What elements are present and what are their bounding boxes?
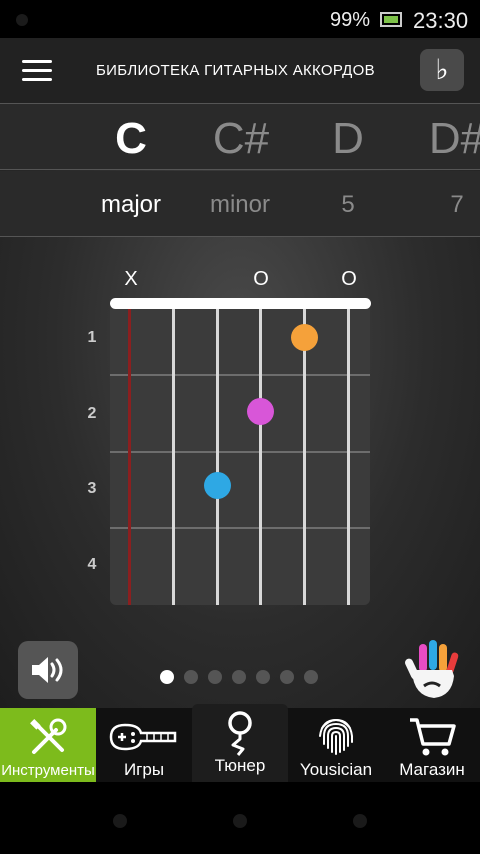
clock: 23:30 xyxy=(413,8,469,33)
page-dot[interactable] xyxy=(184,670,198,684)
page-dot[interactable] xyxy=(280,670,294,684)
tab-label: Инструменты xyxy=(1,762,95,779)
page-dot[interactable] xyxy=(160,670,174,684)
page-title: БИБЛИОТЕКА ГИТАРНЫХ АККОРДОВ xyxy=(96,62,375,79)
guitar-string xyxy=(303,309,306,605)
tab-label: Игры xyxy=(123,760,165,779)
root-note-c-sharp[interactable]: C# xyxy=(196,114,286,164)
camera-dot xyxy=(16,14,28,26)
tab-games[interactable]: Игры xyxy=(96,708,192,782)
fret-line xyxy=(110,451,370,453)
fret-number-1: 1 xyxy=(87,329,97,346)
chord-type-major[interactable]: major xyxy=(81,191,181,219)
fret-number-4: 4 xyxy=(87,556,97,573)
page-dot[interactable] xyxy=(256,670,270,684)
tab-tuner[interactable]: Тюнер xyxy=(192,704,288,782)
tab-shop[interactable]: Магазин xyxy=(384,708,480,782)
finger-dot xyxy=(203,471,231,499)
bottom-tab-bar: Инструменты Игры Тюнер Yousician Магазин xyxy=(0,704,480,782)
chord-type-7[interactable]: 7 xyxy=(407,191,480,219)
cart-icon xyxy=(410,718,456,756)
nav-back-button[interactable] xyxy=(113,814,127,828)
page-dot[interactable] xyxy=(232,670,246,684)
tab-label: Магазин xyxy=(399,760,465,779)
guitar-gamepad-icon xyxy=(109,723,177,751)
chord-type-minor[interactable]: minor xyxy=(190,191,290,219)
root-note-c[interactable]: C xyxy=(86,114,176,164)
page-dot[interactable] xyxy=(208,670,222,684)
battery-icon xyxy=(380,12,402,27)
fret-line xyxy=(110,374,370,376)
menu-icon[interactable] xyxy=(22,60,54,84)
hand-position-icon[interactable] xyxy=(404,636,460,702)
root-note-d[interactable]: D xyxy=(303,114,393,164)
tools-icon xyxy=(30,718,67,754)
fret-number-3: 3 xyxy=(87,480,97,497)
string-marker-1: X xyxy=(124,268,138,290)
guitar-string xyxy=(172,309,175,605)
nav-home-button[interactable] xyxy=(233,814,247,828)
chord-type-5[interactable]: 5 xyxy=(298,191,398,219)
play-sound-button[interactable] xyxy=(18,641,78,699)
status-bar: 99% 23:30 xyxy=(0,0,480,38)
fingerprint-icon xyxy=(319,718,353,755)
guitar-string-muted xyxy=(128,309,131,605)
flat-toggle-button[interactable]: ♭ xyxy=(420,49,464,91)
battery-percent: 99% xyxy=(330,9,371,31)
app-bar: БИБЛИОТЕКА ГИТАРНЫХ АККОРДОВ ♭ xyxy=(0,38,480,104)
fretboard xyxy=(110,303,370,605)
tab-label: Тюнер xyxy=(214,756,266,775)
nav-recents-button[interactable] xyxy=(353,814,367,828)
tuner-icon xyxy=(228,711,252,756)
root-note-d-sharp[interactable]: D# xyxy=(412,114,480,164)
tab-label: Yousician xyxy=(299,760,373,779)
guitar-string xyxy=(216,309,219,605)
finger-dot xyxy=(290,323,318,351)
fret-line xyxy=(110,527,370,529)
root-note-selector[interactable]: C C# D D# xyxy=(0,104,480,170)
page-dot[interactable] xyxy=(304,670,318,684)
guitar-nut xyxy=(110,298,371,309)
guitar-string xyxy=(259,309,262,605)
string-marker-6: O xyxy=(341,268,357,290)
system-nav-bar xyxy=(0,782,480,854)
fret-number-2: 2 xyxy=(87,405,97,422)
tab-instruments[interactable]: Инструменты xyxy=(0,708,96,782)
finger-dot xyxy=(246,397,274,425)
chord-type-selector[interactable]: major minor 5 7 xyxy=(0,171,480,237)
tab-yousician[interactable]: Yousician xyxy=(288,708,384,782)
speaker-icon xyxy=(32,657,63,683)
guitar-string xyxy=(347,309,350,605)
string-marker-4: O xyxy=(253,268,269,290)
